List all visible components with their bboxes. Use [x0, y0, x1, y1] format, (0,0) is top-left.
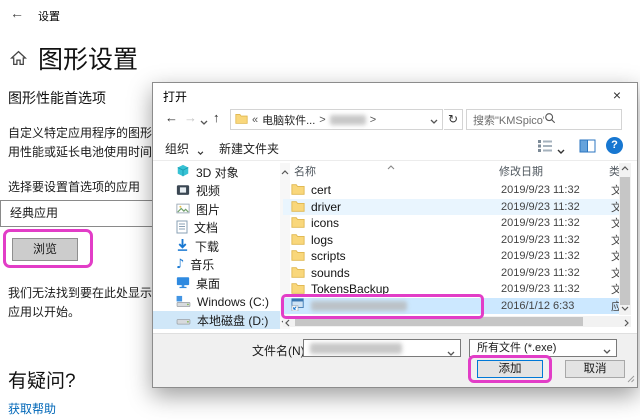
search-box[interactable]: 搜索"KMSpico": [466, 109, 622, 130]
column-header-name[interactable]: 名称: [294, 163, 316, 179]
sidebar-item-desktop[interactable]: 桌面: [153, 274, 280, 292]
resize-grip[interactable]: [627, 373, 635, 385]
app-type-dropdown[interactable]: 经典应用: [0, 200, 158, 227]
view-details-icon[interactable]: [537, 139, 553, 155]
3d-cube-icon: [176, 164, 190, 180]
scroll-up-icon[interactable]: [281, 165, 289, 177]
get-help-link[interactable]: 获取帮助: [8, 400, 56, 417]
nav-history-chevron-icon[interactable]: [200, 115, 208, 127]
breadcrumb-separator: >: [319, 113, 326, 126]
filename-label: 文件名(N):: [252, 344, 308, 358]
help-icon[interactable]: ?: [606, 137, 623, 154]
back-arrow-icon[interactable]: ←: [10, 6, 24, 20]
cancel-button[interactable]: 取消: [565, 360, 625, 378]
scrollbar-thumb[interactable]: [620, 177, 630, 305]
app-type-value: 经典应用: [10, 206, 59, 220]
sidebar-item-drive-c[interactable]: Windows (C:): [153, 293, 280, 311]
breadcrumb-segment-redacted[interactable]: [329, 114, 366, 125]
graphics-pref-section-title: 图形性能首选项: [8, 90, 106, 106]
sidebar-item-documents[interactable]: 文档: [153, 219, 280, 237]
music-note-icon: ♪: [176, 257, 185, 272]
question-heading: 有疑问?: [8, 371, 76, 392]
choose-app-label: 选择要设置首选项的应用: [8, 180, 141, 194]
chevron-down-icon[interactable]: [603, 346, 611, 357]
column-header-date-modified[interactable]: 修改日期: [499, 163, 543, 179]
filetype-value: 所有文件 (*.exe): [477, 342, 557, 354]
empty-state-line1: 我们无法找到要在此处显示: [8, 286, 153, 300]
scroll-right-icon[interactable]: [624, 319, 629, 329]
add-button-highlight-box: [468, 355, 552, 383]
address-bar[interactable]: « 电脑软件... > >: [230, 109, 443, 130]
breadcrumb-separator-2: >: [369, 113, 377, 126]
search-text: 搜索"KMSpico": [473, 114, 544, 127]
toolbar-separator: [153, 160, 637, 161]
sidebar-item-3d-objects[interactable]: 3D 对象: [153, 163, 280, 181]
folder-icon: [291, 233, 305, 247]
scroll-up-icon[interactable]: [621, 165, 629, 173]
chevron-down-icon[interactable]: [447, 346, 455, 358]
file-row-sounds[interactable]: sounds 2019/9/23 11:32 文: [283, 265, 622, 282]
preview-pane-icon[interactable]: [579, 139, 596, 155]
screen: { "settings": { "window_title": "设置", "p…: [0, 0, 640, 420]
windows-drive-icon: [176, 295, 191, 309]
search-icon: [544, 112, 615, 127]
sidebar-item-downloads[interactable]: 下载: [153, 237, 280, 255]
file-row-icons[interactable]: icons 2019/9/23 11:32 文: [283, 215, 622, 232]
document-icon: [176, 220, 188, 236]
address-dropdown-chevron-icon[interactable]: [430, 114, 438, 126]
video-icon: [176, 184, 190, 198]
file-list-vertical-scrollbar[interactable]: [619, 163, 631, 315]
new-folder-button[interactable]: 新建文件夹: [219, 140, 279, 157]
sidebar-item-pictures[interactable]: 图片: [153, 200, 280, 218]
file-row-logs[interactable]: logs 2019/9/23 11:32 文: [283, 232, 622, 249]
file-row-scripts[interactable]: scripts 2019/9/23 11:32 文: [283, 248, 622, 265]
selected-file-highlight-box: [281, 294, 484, 319]
page-title: 图形设置: [38, 46, 139, 74]
sidebar-item-drive-d[interactable]: 本地磁盘 (D:): [153, 311, 280, 329]
open-file-dialog: 打开 × ← → ↑ « 电脑软件... > > ↻ 搜索"KMSpico" 组…: [152, 82, 638, 388]
folder-icon: [291, 216, 305, 230]
download-icon: [176, 238, 189, 254]
drive-icon: [176, 313, 191, 327]
nav-forward-icon[interactable]: →: [184, 111, 197, 124]
browse-highlight-box: [3, 229, 93, 268]
empty-state-line2: 应用以开始。: [8, 305, 81, 319]
desktop-icon: [176, 276, 190, 291]
settings-window-title: 设置: [38, 11, 60, 23]
description-line2: 用性能或延长电池使用时间: [8, 145, 153, 159]
file-row-driver[interactable]: driver 2019/9/23 11:32 文: [283, 198, 622, 215]
picture-icon: [176, 203, 190, 216]
folder-icon: [291, 266, 305, 280]
nav-up-icon[interactable]: ↑: [213, 111, 220, 124]
sidebar-item-music[interactable]: ♪ 音乐: [153, 256, 280, 274]
nav-back-icon[interactable]: ←: [165, 111, 178, 124]
filename-input[interactable]: [303, 339, 461, 357]
scroll-left-icon[interactable]: [285, 319, 290, 329]
home-icon: [9, 50, 28, 68]
dialog-title: 打开: [163, 90, 188, 104]
breadcrumb-segment[interactable]: 电脑软件...: [262, 112, 315, 128]
folder-icon: [291, 249, 305, 263]
file-row-cert[interactable]: cert 2019/9/23 11:32 文: [283, 182, 622, 199]
organize-button[interactable]: 组织: [165, 140, 189, 157]
scroll-down-icon[interactable]: [621, 305, 629, 313]
folder-icon: [235, 113, 248, 126]
sidebar-item-videos[interactable]: 视频: [153, 182, 280, 200]
breadcrumb-collapsed[interactable]: «: [252, 114, 258, 126]
sort-ascending-icon: [387, 160, 395, 172]
view-chevron-icon[interactable]: [557, 144, 565, 156]
folder-icon: [291, 200, 305, 214]
filename-value-redacted: [310, 343, 402, 354]
organize-chevron-icon: [197, 145, 204, 157]
close-icon[interactable]: ×: [605, 85, 629, 105]
description-line1: 自定义特定应用程序的图形: [8, 126, 153, 140]
folder-icon: [291, 183, 305, 197]
refresh-icon[interactable]: ↻: [444, 109, 463, 130]
